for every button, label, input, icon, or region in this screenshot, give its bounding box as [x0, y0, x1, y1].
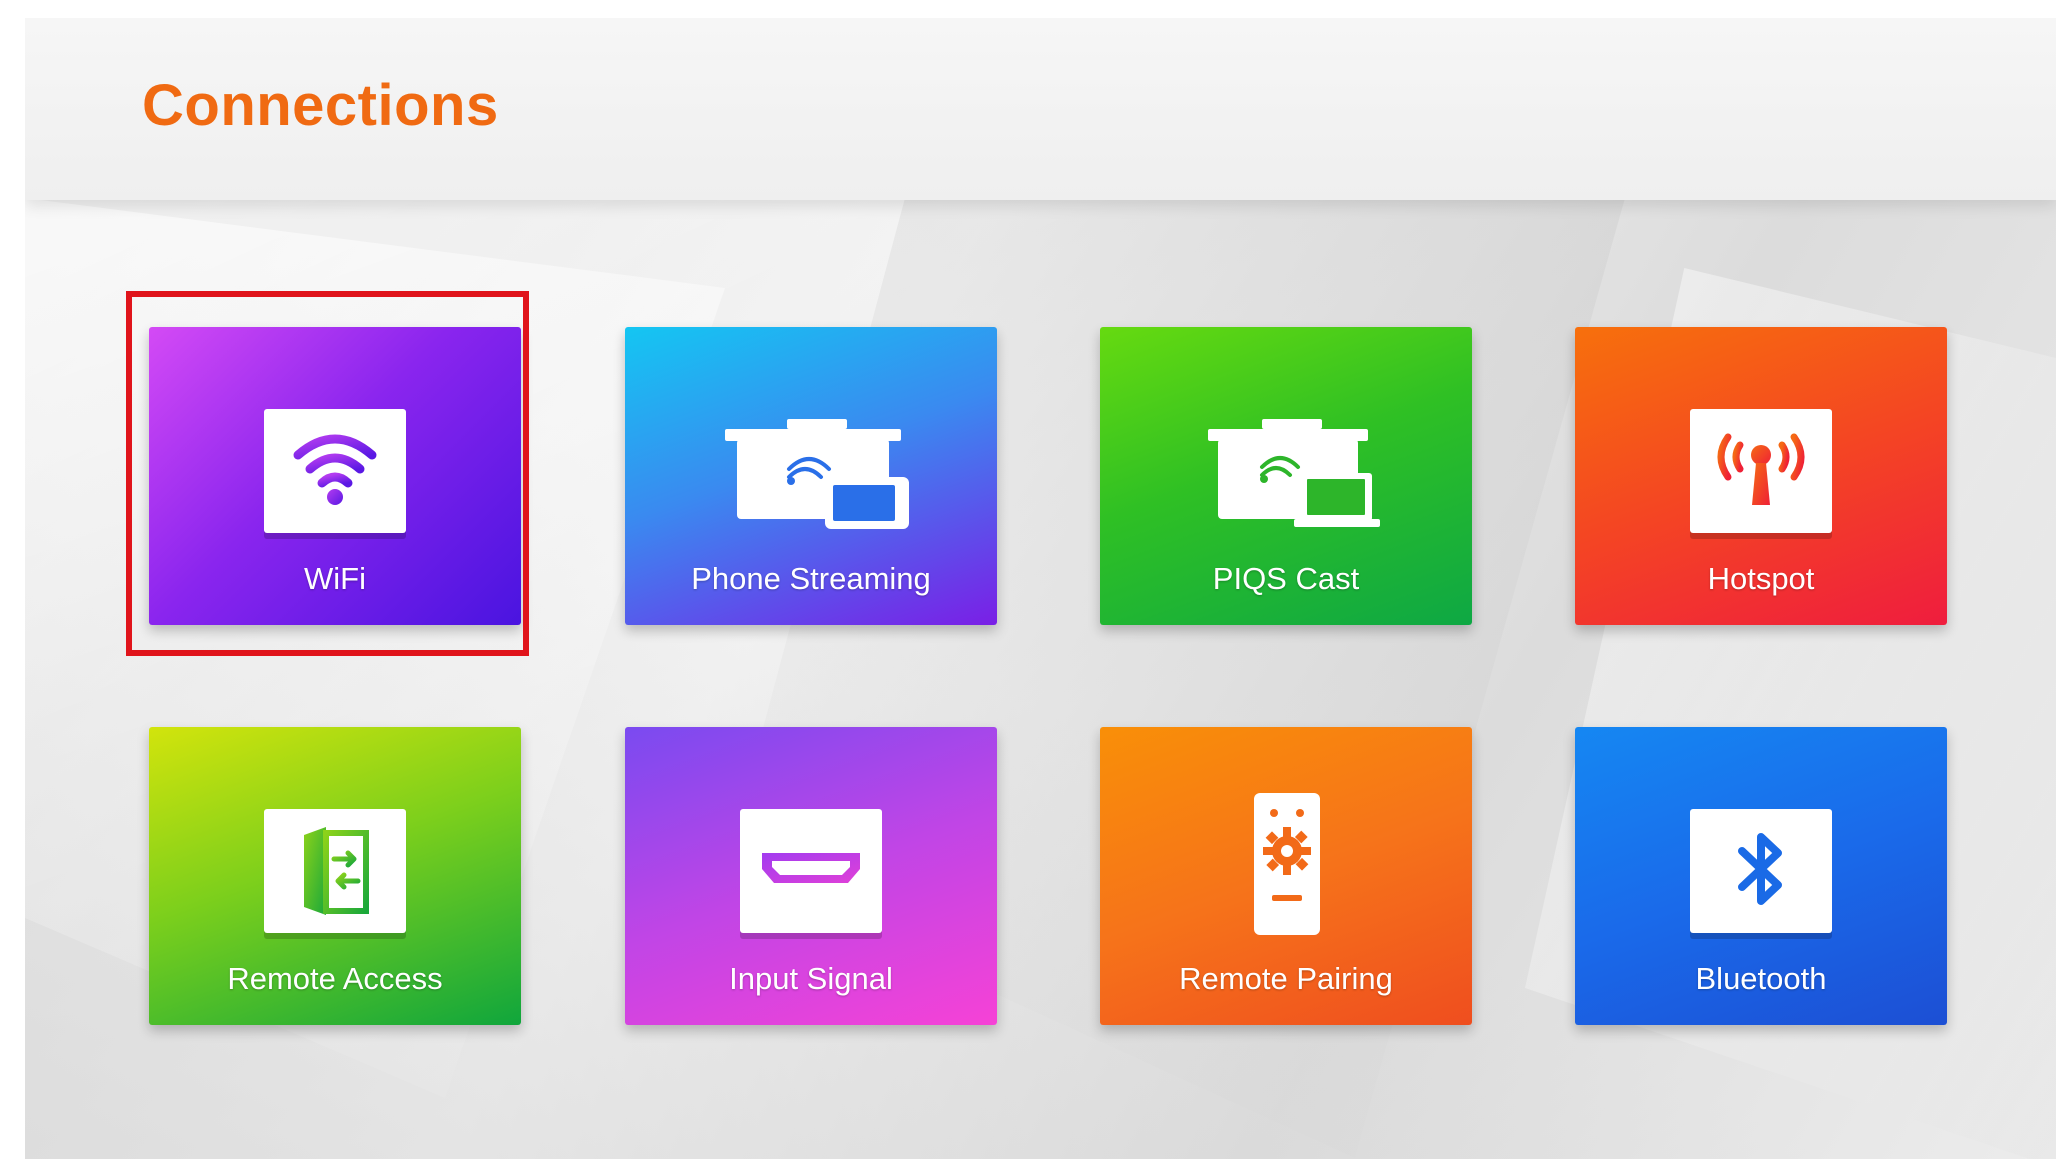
bluetooth-icon — [1738, 833, 1782, 905]
wifi-icon-card — [264, 409, 406, 533]
tile-phone-streaming[interactable]: Phone Streaming — [625, 327, 997, 625]
tile-piqs-cast[interactable]: PIQS Cast — [1100, 327, 1472, 625]
tile-label: Hotspot — [1707, 561, 1815, 596]
tile-label: Phone Streaming — [691, 561, 931, 596]
connections-screen: Connections WiFi Phone Streaming PIQS Ca… — [25, 18, 2056, 1159]
tile-bluetooth[interactable]: Bluetooth — [1575, 727, 1947, 1025]
tile-wifi[interactable]: WiFi — [149, 327, 521, 625]
tile-hotspot[interactable]: Hotspot — [1575, 327, 1947, 625]
tile-label: PIQS Cast — [1212, 561, 1360, 596]
page-title: Connections — [142, 73, 499, 138]
phone-streaming-icon — [725, 415, 909, 539]
tile-remote-access[interactable]: Remote Access — [149, 727, 521, 1025]
input-signal-icon-card — [740, 809, 882, 933]
remote-control-icon — [1252, 791, 1322, 937]
remote-access-icon-card — [264, 809, 406, 933]
hotspot-antenna-icon — [1717, 433, 1805, 505]
tile-label: WiFi — [304, 561, 366, 596]
wifi-icon — [293, 434, 377, 505]
hdmi-port-icon — [762, 853, 860, 883]
tile-input-signal[interactable]: Input Signal — [625, 727, 997, 1025]
header-bar: Connections — [25, 18, 2056, 200]
tile-label: Remote Access — [227, 961, 443, 996]
bluetooth-icon-card — [1690, 809, 1832, 933]
tile-label: Input Signal — [729, 961, 893, 996]
tile-remote-pairing[interactable]: Remote Pairing — [1100, 727, 1472, 1025]
hotspot-icon-card — [1690, 409, 1832, 533]
laptop-cast-icon — [1208, 415, 1384, 539]
tile-label: Bluetooth — [1695, 961, 1827, 996]
door-arrows-icon — [304, 827, 369, 915]
tile-label: Remote Pairing — [1179, 961, 1393, 996]
